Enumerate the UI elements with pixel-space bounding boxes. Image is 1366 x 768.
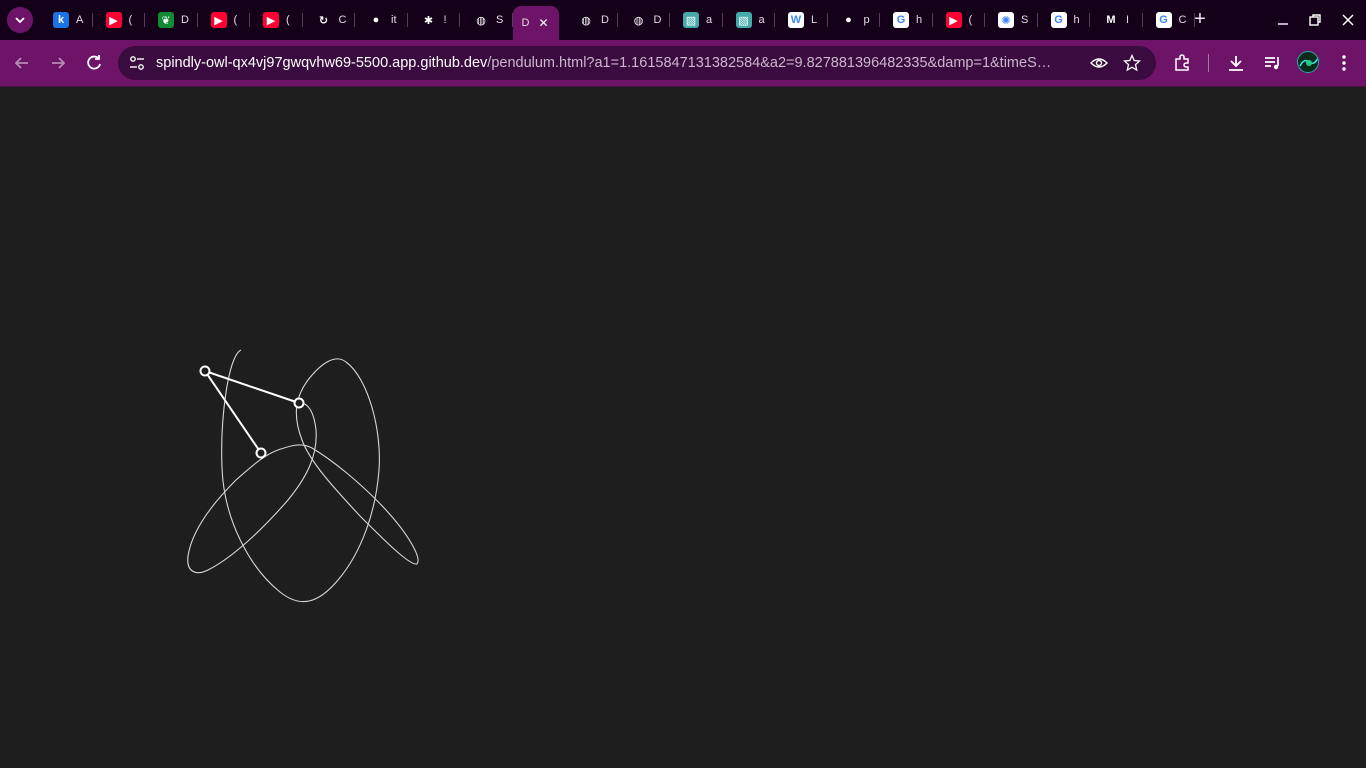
globe-icon: ◍ [630,12,647,28]
browser-tab[interactable]: ▧ a [723,6,775,34]
browser-tab[interactable]: ▧ a [670,6,723,34]
youtube-icon: ▶ [210,12,227,28]
youtube-icon: ▶ [263,12,279,28]
url-path: /pendulum.html?a1=1.1615847131382584&a2=… [487,55,1052,71]
chatgpt-icon: ✺ [998,12,1014,28]
site-info-icon[interactable] [128,54,146,72]
browser-tab[interactable]: ✺ S [985,6,1038,34]
browser-tab[interactable]: ◍ D [618,6,670,34]
google-icon: G [1155,12,1172,28]
browser-tab[interactable]: ◍ S [460,6,513,34]
tab-title: h [1073,14,1080,26]
github-icon: ● [840,12,857,28]
slack-icon: ✱ [420,12,437,28]
tab-title: S [496,14,504,26]
k-icon: k [53,12,69,28]
browser-tab[interactable]: MI [1090,6,1143,34]
tab-title: ! [443,14,447,26]
pendulum-trail [187,349,419,603]
download-icon[interactable] [1226,53,1246,73]
tab-title: ( [233,14,238,26]
media-control-icon[interactable] [1262,53,1282,73]
tab-strip: k A ▶(❦ D ▶(▶(↻ C ● it ✱! ◍ S D ✕ ◍ D ◍ D ▧ a ▧ a W L ● p Gh ▶(✺ S G… [0,0,1366,40]
tab-title: C [338,14,347,26]
browser-tab[interactable]: ↻ C [303,6,355,34]
tab-title: A [76,14,84,26]
gmail-icon: M [1103,12,1119,28]
url-text[interactable]: spindly-owl-qx4vj97gwqvhw69-5500.app.git… [156,55,1076,71]
tab-title: a [706,14,713,26]
new-tab-button[interactable]: + [1190,9,1210,30]
eye-icon[interactable] [1090,54,1108,72]
tab-title: D [653,14,662,26]
tab-title: ( [286,14,290,26]
pendulum-rod-1 [204,370,300,404]
address-bar[interactable]: spindly-owl-qx4vj97gwqvhw69-5500.app.git… [118,46,1156,80]
restore-icon[interactable] [1307,12,1323,28]
profile-avatar[interactable] [1297,51,1319,73]
browser-tab[interactable]: ● p [828,6,880,34]
browser-tab[interactable]: ● it [355,6,408,34]
tab-title: S [1021,14,1029,26]
tab-title: p [863,14,870,26]
wikipedia-icon: W [788,12,804,28]
google-icon: G [1050,12,1067,28]
globe-icon: ◍ [473,12,489,28]
openai-icon: ↻ [315,12,332,28]
browser-tab[interactable]: ▶( [198,6,250,34]
page-viewport [0,87,1366,768]
reload-icon[interactable] [84,53,104,73]
tab-search-button[interactable] [7,7,33,33]
browser-tab[interactable]: GC [1143,6,1195,34]
kebab-menu-icon[interactable] [1334,53,1354,73]
browser-tab[interactable]: D ✕ [512,6,559,40]
browser-tab[interactable]: ❦ D [145,6,198,34]
tab-title: L [811,14,818,26]
browser-tab[interactable]: ▶( [93,6,145,34]
tab-title: C [1178,14,1187,26]
github-icon: ● [368,12,384,28]
tab-title: ( [128,14,133,26]
tab-title: D [181,14,189,26]
browser-tab[interactable]: Gh [880,6,933,34]
globe-icon: ◍ [578,12,594,28]
forward-arrow-icon[interactable] [48,53,68,73]
profile-image-icon [1299,57,1318,67]
browser-tab[interactable]: kA [40,6,93,34]
minimize-icon[interactable] [1275,12,1291,28]
browser-tab[interactable]: ✱! [408,6,460,34]
browser-tab[interactable]: ◍ D [565,6,618,34]
youtube-icon: ▶ [105,12,122,28]
back-arrow-icon[interactable] [12,53,32,73]
tab-title: h [916,14,923,26]
bookmark-star-icon[interactable] [1123,54,1141,72]
google-icon: G [893,12,909,28]
browser-tab[interactable]: WL [775,6,828,34]
tab-title: D [601,14,609,26]
pendulum-pivot [199,365,211,377]
browser-tab[interactable]: ▶( [933,6,985,34]
browser-tab[interactable]: ▶( [250,6,303,34]
close-window-icon[interactable] [1340,12,1356,28]
extensions-icon[interactable] [1172,53,1192,73]
tab-title: ( [968,14,973,26]
tab-title: it [391,14,397,26]
overleaf-icon: ❦ [158,12,174,28]
chevron-down-icon [15,17,25,24]
arxiv-icon: ▧ [735,12,752,28]
pendulum-canvas [187,349,419,603]
close-tab-icon[interactable]: ✕ [539,16,549,30]
toolbar-divider [1208,54,1209,72]
browser-toolbar: spindly-owl-qx4vj97gwqvhw69-5500.app.git… [0,40,1366,86]
youtube-icon: ▶ [945,12,962,28]
pendulum-rod-2 [204,370,262,454]
arxiv-icon: ▧ [683,12,699,28]
url-host: spindly-owl-qx4vj97gwqvhw69-5500.app.git… [156,55,488,71]
pendulum-bob-1 [293,397,305,409]
tab-title: a [758,14,765,26]
browser-tab[interactable]: Gh [1038,6,1090,34]
pendulum-bob-2 [255,447,267,459]
tab-title: I [1126,14,1130,26]
tab-title: D [521,17,530,29]
